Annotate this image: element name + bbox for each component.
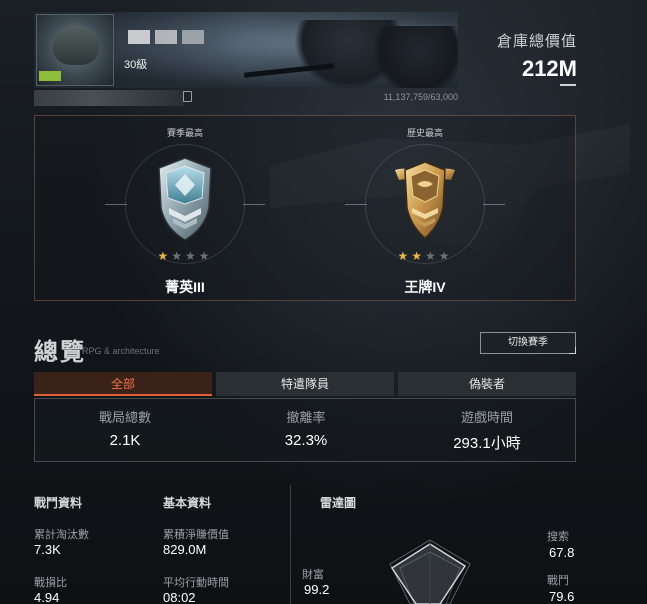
rank-name: 菁英III: [165, 279, 205, 295]
overview-subtitle: RPG & architecture: [82, 346, 160, 356]
player-level: 30級: [124, 59, 148, 71]
section-divider: [290, 485, 291, 604]
combat-item-label: 累計淘汰數: [34, 529, 89, 541]
combat-section-title: 戰鬥資料: [34, 496, 83, 510]
radar-section-title: 雷達圖: [320, 496, 357, 510]
ring-tick-right: [243, 204, 265, 205]
rank-caption: 歷史最高: [406, 128, 443, 138]
basic-item-label: 平均行動時間: [163, 577, 229, 589]
radar-axis-value: 99.2: [304, 582, 330, 597]
stat-value: 2.1K: [109, 432, 141, 449]
basic-section-title: 基本資料: [163, 496, 212, 510]
rank-name: 王牌IV: [404, 279, 446, 295]
ring-tick-left: [345, 204, 367, 205]
rank-stars: ★★★★: [397, 249, 453, 263]
stat-label: 撤離率: [286, 410, 326, 425]
stat-play-time: 遊戲時間 293.1小時: [397, 407, 577, 453]
basic-item-value: 829.0M: [163, 542, 207, 557]
overview-stats: 戰局總數 2.1K 撤離率 32.3% 遊戲時間 293.1小時: [34, 398, 576, 462]
warehouse-value-label: 倉庫總價值: [496, 33, 577, 50]
radar-axis-label: 財富: [302, 569, 324, 581]
avatar-tag-icon: [39, 71, 61, 81]
warehouse-underline: [560, 84, 576, 86]
radar-axis-value: 79.6: [549, 589, 575, 604]
avatar-helmet: [53, 25, 99, 65]
combat-item-value: 4.94: [34, 590, 60, 604]
redacted-name-2: [155, 30, 177, 44]
switch-season-button[interactable]: 切換賽季: [480, 332, 576, 354]
combat-item-label: 戰損比: [34, 577, 67, 589]
tab-all[interactable]: 全部: [34, 372, 212, 396]
warehouse-value: 212M: [521, 56, 577, 81]
overview-title: 總覽: [34, 339, 86, 366]
radar-axis-label: 搜索: [547, 531, 569, 543]
redacted-name: [128, 30, 150, 44]
avatar[interactable]: [36, 14, 114, 86]
ring-tick-right: [483, 204, 505, 205]
stat-extraction-rate: 撤離率 32.3%: [216, 407, 396, 449]
combat-item-value: 7.3K: [34, 542, 61, 557]
copy-icon[interactable]: [183, 91, 192, 102]
banner-soldier-art-2: [374, 26, 458, 88]
rank-panel: 賽季最高 ★★★★ 菁英III 歷史最高 ★★★★ 王牌IV: [34, 115, 576, 301]
stat-value: 293.1小時: [453, 435, 521, 452]
stat-value: 32.3%: [284, 432, 328, 449]
tab-disguisers[interactable]: 偽裝者: [398, 372, 576, 396]
all-time-best-rank[interactable]: 歷史最高 ★★★★ 王牌IV: [325, 116, 525, 302]
redacted-name-3: [182, 30, 204, 44]
basic-item-label: 累積淨賺價值: [163, 529, 229, 541]
radar-axis-value: 67.8: [549, 545, 575, 560]
stat-label: 遊戲時間: [460, 410, 513, 425]
elite-shield-icon: [158, 157, 212, 241]
ring-tick-left: [105, 204, 127, 205]
tab-operators[interactable]: 特遣隊員: [216, 372, 394, 396]
stat-label: 戰局總數: [98, 410, 151, 425]
season-best-rank[interactable]: 賽季最高 ★★★★ 菁英III: [85, 116, 285, 302]
basic-item-value: 08:02: [163, 590, 196, 604]
rank-stars: ★★★★: [157, 249, 213, 263]
redacted-player-id: [34, 90, 184, 106]
experience-progress: 11,137,759/63,000: [383, 92, 458, 102]
radar-axis-label: 戰鬥: [547, 575, 569, 587]
ace-winged-shield-icon: [395, 161, 455, 239]
stat-total-matches: 戰局總數 2.1K: [35, 407, 215, 449]
mode-tabs: 全部 特遣隊員 偽裝者: [34, 372, 576, 396]
rank-caption: 賽季最高: [166, 128, 203, 138]
